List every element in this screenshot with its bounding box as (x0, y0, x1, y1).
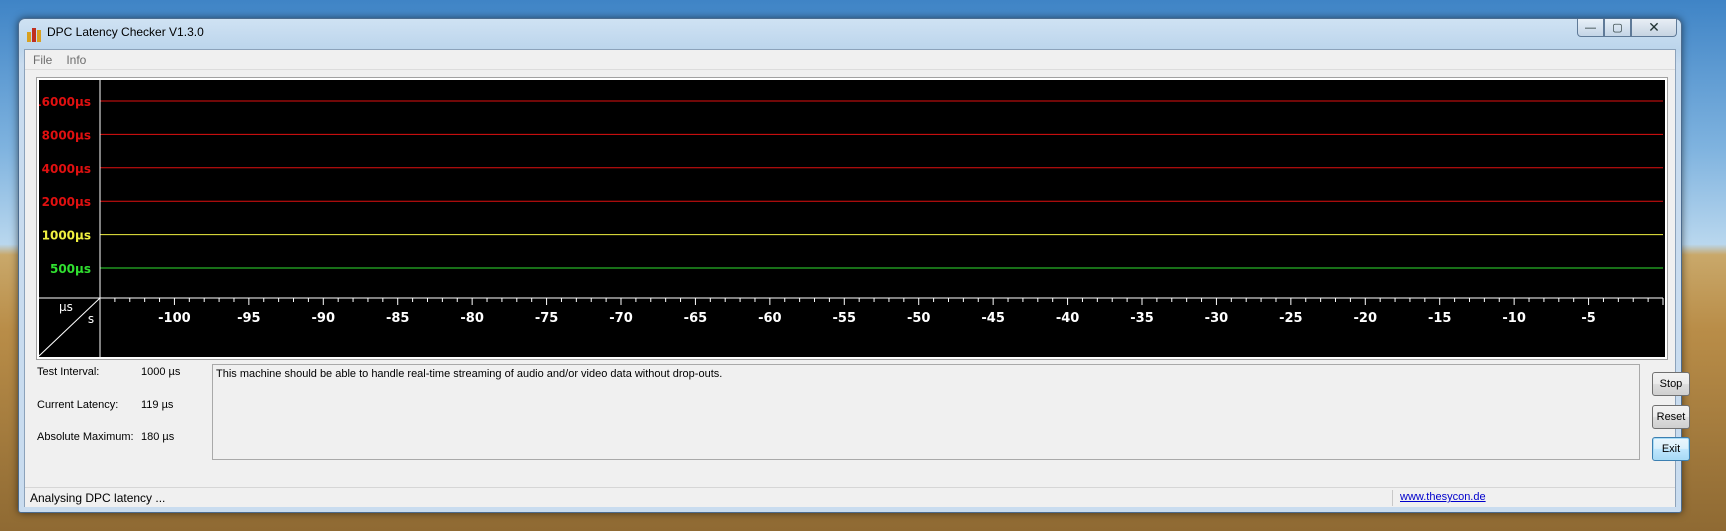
x-unit-label: s (88, 312, 94, 326)
current-latency-label: Current Latency: (37, 399, 119, 411)
x-tick-label: -100 (158, 311, 191, 326)
result-message: This machine should be able to handle re… (216, 368, 723, 380)
x-tick-label: -45 (981, 311, 1005, 326)
info-panel: Test Interval: 1000 µs Current Latency: … (37, 362, 207, 462)
exit-button[interactable]: Exit (1652, 437, 1690, 461)
x-tick-label: -5 (1581, 311, 1595, 326)
title-bar[interactable]: DPC Latency Checker V1.3.0 — ▢ ✕ (19, 19, 1681, 49)
x-tick-label: -10 (1502, 311, 1526, 326)
x-tick-label: -80 (460, 311, 484, 326)
window-controls: — ▢ ✕ (1577, 19, 1677, 37)
absolute-max-row: Absolute Maximum: 180 µs (37, 431, 207, 447)
x-tick-label: -70 (609, 311, 633, 326)
close-icon: ✕ (1648, 19, 1660, 35)
x-tick-label: -20 (1354, 311, 1378, 326)
test-interval-row: Test Interval: 1000 µs (37, 366, 207, 382)
threshold-label: 500µs (50, 262, 91, 276)
y-unit-label: µs (59, 300, 73, 314)
x-tick-label: -95 (237, 311, 261, 326)
threshold-label: 8000µs (42, 128, 91, 142)
test-interval-value: 1000 µs (141, 366, 181, 378)
result-message-box: This machine should be able to handle re… (212, 364, 1640, 460)
x-tick-label: -75 (535, 311, 559, 326)
minimize-icon: — (1585, 21, 1596, 34)
x-tick-label: -85 (386, 311, 410, 326)
status-text: Analysing DPC latency ... (30, 491, 166, 505)
x-tick-label: -40 (1056, 311, 1080, 326)
x-tick-label: -55 (833, 311, 857, 326)
menu-bar: File Info (25, 50, 1675, 70)
threshold-label: 1000µs (42, 229, 91, 243)
threshold-label: 2000µs (42, 195, 91, 209)
absolute-max-value: 180 µs (141, 431, 175, 443)
minimize-button[interactable]: — (1577, 19, 1604, 37)
x-tick-label: -35 (1130, 311, 1154, 326)
status-separator (1392, 490, 1393, 506)
latency-chart-svg: 16000µs 8000µs 4000µs 2000µs 1000µs 500µs µs s -… (39, 80, 1664, 357)
current-latency-row: Current Latency: 119 µs (37, 399, 207, 415)
x-tick-label: -30 (1205, 311, 1229, 326)
x-tick-label: -60 (758, 311, 782, 326)
threshold-label: 16000µs (39, 95, 91, 109)
x-tick-label: -15 (1428, 311, 1452, 326)
current-latency-value: 119 µs (141, 399, 174, 411)
close-button[interactable]: ✕ (1631, 19, 1677, 37)
status-bar: Analysing DPC latency ... www.thesycon.d… (25, 487, 1675, 507)
maximize-icon: ▢ (1612, 22, 1623, 34)
latency-chart: 16000µs 8000µs 4000µs 2000µs 1000µs 500µs µs s -… (36, 77, 1668, 360)
test-interval-label: Test Interval: (37, 366, 100, 378)
threshold-label: 4000µs (42, 162, 91, 176)
x-tick-label: -65 (684, 311, 708, 326)
client-area: File Info 16000µs 8000µs 4000µs 2000µs 1000µ… (24, 49, 1690, 507)
window-title: DPC Latency Checker V1.3.0 (47, 25, 204, 39)
reset-button[interactable]: Reset (1652, 405, 1690, 429)
website-link[interactable]: www.thesycon.de (1400, 491, 1486, 503)
x-tick-label: -25 (1279, 311, 1303, 326)
maximize-button[interactable]: ▢ (1604, 19, 1631, 37)
app-bars-icon (26, 26, 42, 42)
absolute-max-label: Absolute Maximum: (37, 431, 134, 443)
x-tick-label: -50 (907, 311, 931, 326)
menu-info[interactable]: Info (66, 53, 86, 67)
x-tick-label: -90 (312, 311, 336, 326)
app-window: DPC Latency Checker V1.3.0 — ▢ ✕ File In… (18, 18, 1690, 513)
menu-file[interactable]: File (33, 53, 52, 67)
stop-button[interactable]: Stop (1652, 372, 1690, 396)
